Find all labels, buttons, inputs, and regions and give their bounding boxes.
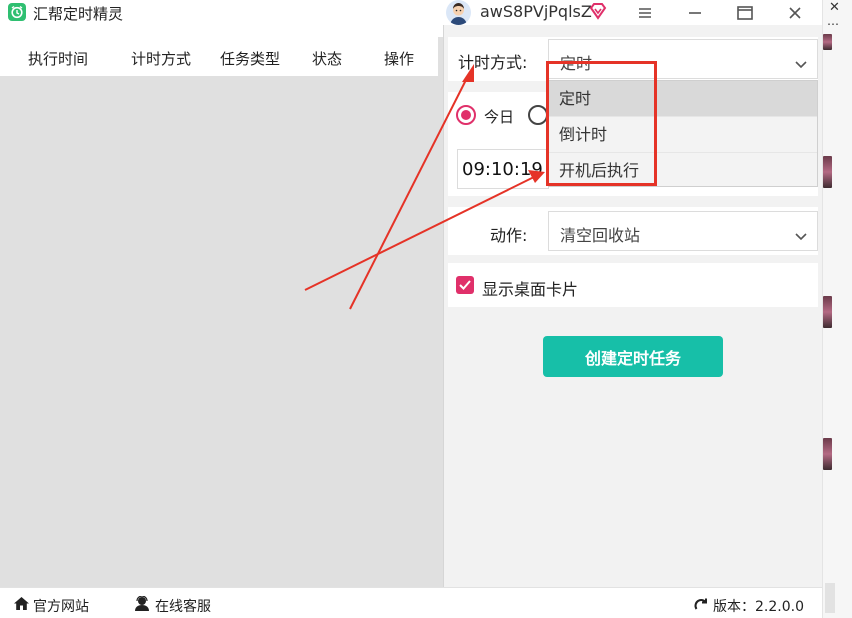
title-bar: 汇帮定时精灵 awS8PVjPqlsZ [0, 0, 822, 25]
action-select[interactable]: 清空回收站 [548, 211, 818, 251]
thumbnail-image [823, 156, 832, 188]
radio-other-date[interactable] [528, 105, 548, 125]
timing-label: 计时方式: [458, 49, 527, 73]
table-header: 执行时间 计时方式 任务类型 状态 操作 [0, 37, 438, 76]
time-input-value: 09:10:19 [462, 159, 543, 180]
col-task-type[interactable]: 任务类型 [220, 48, 280, 69]
action-label: 动作: [490, 222, 527, 246]
chevron-down-icon [795, 226, 807, 245]
col-actions[interactable]: 操作 [384, 48, 414, 69]
support-agent-icon [134, 596, 150, 615]
version-label: 版本：2.2.0.0 [713, 596, 804, 616]
maximize-icon[interactable] [730, 0, 760, 25]
action-select-value: 清空回收站 [560, 222, 640, 246]
show-card-label: 显示桌面卡片 [482, 276, 578, 300]
time-input[interactable]: 09:10:19 [457, 149, 549, 189]
background-window-edge: ✕ … [822, 0, 852, 618]
col-status[interactable]: 状态 [312, 48, 342, 69]
scrollbar[interactable] [825, 583, 835, 613]
app-window: 汇帮定时精灵 awS8PVjPqlsZ [0, 0, 822, 618]
home-icon [13, 596, 30, 615]
col-timing-mode[interactable]: 计时方式 [131, 48, 191, 69]
minimize-icon[interactable] [680, 0, 710, 25]
thumbnail-image [823, 296, 832, 328]
official-website-link[interactable]: 官方网站 [33, 596, 89, 616]
thumbnail-image [823, 438, 832, 470]
radio-today-label: 今日 [484, 106, 514, 127]
close-icon[interactable] [780, 0, 810, 25]
annotation-highlight-box [546, 61, 657, 186]
status-bar: 官方网站 在线客服 版本：2.2.0.0 [0, 587, 822, 618]
thumbnail-image [823, 34, 832, 50]
app-title: 汇帮定时精灵 [33, 3, 123, 24]
more-icon: … [827, 14, 840, 28]
create-task-button[interactable]: 创建定时任务 [543, 336, 723, 377]
username[interactable]: awS8PVjPqlsZ [480, 2, 592, 21]
task-list-pane: 执行时间 计时方式 任务类型 状态 操作 [0, 37, 443, 587]
close-icon: ✕ [829, 0, 840, 15]
refresh-icon[interactable] [693, 597, 709, 616]
online-support-link[interactable]: 在线客服 [155, 596, 211, 616]
menu-icon[interactable] [630, 0, 660, 25]
show-card-checkbox[interactable] [456, 276, 474, 294]
app-logo-icon [8, 3, 26, 21]
avatar-icon[interactable] [446, 0, 471, 25]
chevron-down-icon [795, 54, 807, 73]
col-exec-time[interactable]: 执行时间 [28, 48, 88, 69]
vip-diamond-icon[interactable] [589, 2, 607, 24]
radio-today[interactable] [456, 105, 476, 125]
